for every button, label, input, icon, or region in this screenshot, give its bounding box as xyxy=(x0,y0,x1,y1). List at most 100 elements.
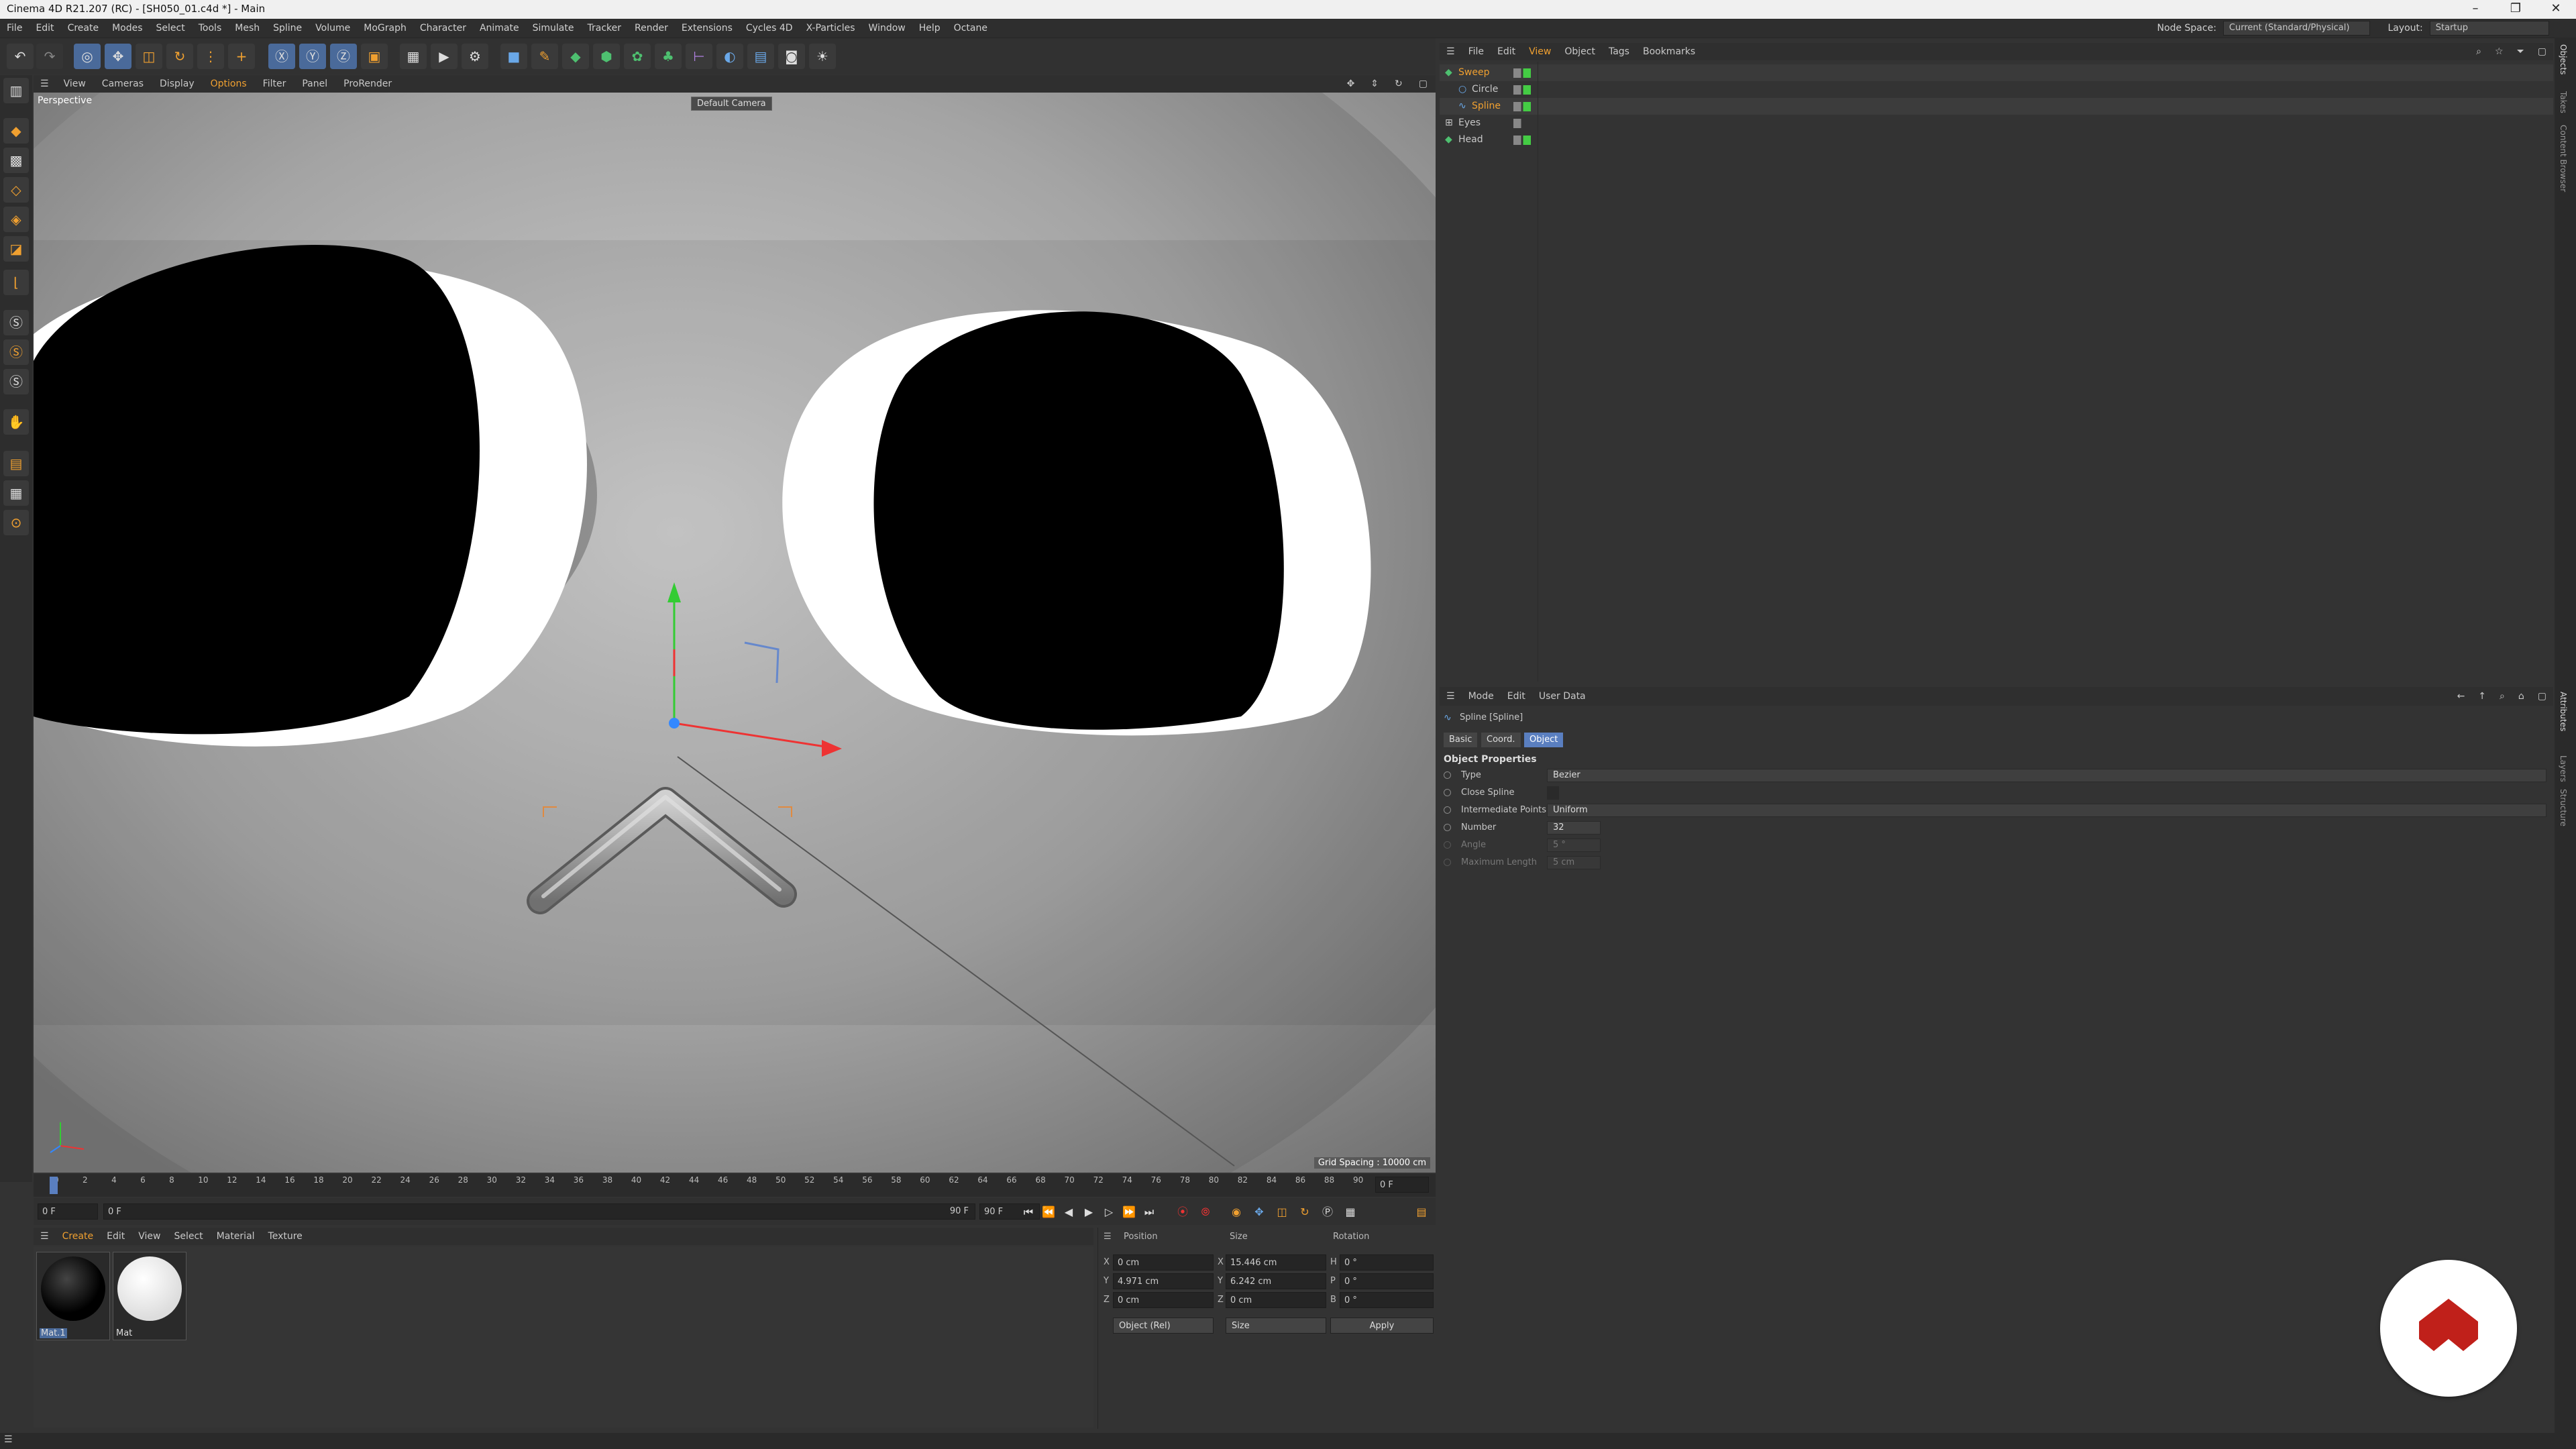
viewport-menu-options[interactable]: Options xyxy=(203,75,255,93)
render-region-icon[interactable]: ▦ xyxy=(400,44,427,69)
close-spline-checkbox[interactable] xyxy=(1547,786,1559,800)
menu-spline[interactable]: Spline xyxy=(266,19,309,38)
menu-file[interactable]: File xyxy=(0,19,29,38)
object-menu-icon[interactable]: ☰ xyxy=(1440,43,1462,60)
minimize-button[interactable]: – xyxy=(2455,1,2496,17)
object-filter-icon[interactable]: ⏷ xyxy=(2510,43,2531,60)
step-back-icon[interactable]: ◀ xyxy=(1060,1203,1077,1221)
vtab-content-browser[interactable]: Content Browser xyxy=(2559,125,2568,192)
viewport-menu-display[interactable]: Display xyxy=(152,75,203,93)
next-key-icon[interactable]: ⏩ xyxy=(1120,1203,1138,1221)
start-frame-field[interactable]: 0 F xyxy=(38,1203,98,1220)
timeline-settings-icon[interactable]: ▤ xyxy=(1413,1203,1430,1221)
attr-search-icon[interactable]: ⌕ xyxy=(2493,687,2512,706)
array-icon[interactable]: ⬢ xyxy=(593,44,620,69)
rotate-tool-icon[interactable]: ↻ xyxy=(166,44,193,69)
prev-key-icon[interactable]: ⏪ xyxy=(1040,1203,1057,1221)
number-field[interactable]: 32 xyxy=(1547,821,1601,835)
undo-icon[interactable]: ↶ xyxy=(7,44,34,69)
status-menu-icon[interactable]: ☰ xyxy=(4,1434,13,1445)
menu-create[interactable]: Create xyxy=(61,19,106,38)
apply-button[interactable]: Apply xyxy=(1330,1318,1434,1334)
attr-menu-edit[interactable]: Edit xyxy=(1501,687,1532,706)
key-pla-icon[interactable]: ▦ xyxy=(1342,1203,1359,1221)
viewport-rotate-icon[interactable]: ↻ xyxy=(1387,75,1411,93)
menu-edit[interactable]: Edit xyxy=(29,19,60,38)
key-scale-icon[interactable]: ◫ xyxy=(1273,1203,1291,1221)
vtab-structure[interactable]: Structure xyxy=(2559,789,2568,826)
light-icon[interactable]: ☀ xyxy=(809,44,836,69)
visibility-flags[interactable] xyxy=(1513,85,1531,95)
layout-dropdown[interactable]: Startup xyxy=(2429,21,2549,36)
cloner-icon[interactable]: ✿ xyxy=(624,44,651,69)
object-menu-bookmarks[interactable]: Bookmarks xyxy=(1636,43,1702,60)
playhead[interactable] xyxy=(50,1177,58,1194)
live-selection-icon[interactable]: ◎ xyxy=(74,44,101,69)
position-x-field[interactable]: 0 cm xyxy=(1113,1254,1214,1271)
sculpt-icon[interactable]: ✋ xyxy=(3,409,29,435)
scale-tool-icon[interactable]: ◫ xyxy=(136,44,162,69)
step-forward-icon[interactable]: ▷ xyxy=(1100,1203,1118,1221)
maximize-button[interactable]: ❐ xyxy=(2496,1,2536,17)
object-search-icon[interactable]: ⌕ xyxy=(2469,43,2488,60)
menu-help[interactable]: Help xyxy=(912,19,947,38)
vtab-takes[interactable]: Takes xyxy=(2559,91,2568,113)
vtab-objects[interactable]: Objects xyxy=(2559,44,2568,74)
material-swatch[interactable]: Mat xyxy=(113,1252,186,1340)
menu-simulate[interactable]: Simulate xyxy=(526,19,581,38)
key-param-icon[interactable]: Ⓟ xyxy=(1319,1203,1336,1221)
viewport-maximize-icon[interactable]: ▢ xyxy=(1411,75,1436,93)
tab-coord[interactable]: Coord. xyxy=(1481,733,1521,747)
menu-mesh[interactable]: Mesh xyxy=(228,19,266,38)
tree-row-eyes[interactable]: ⊞ Eyes xyxy=(1440,115,2553,131)
vtab-attributes[interactable]: Attributes xyxy=(2559,692,2568,731)
material-menu-edit[interactable]: Edit xyxy=(100,1228,131,1245)
animate-dot[interactable] xyxy=(1444,771,1451,779)
points-mode-icon[interactable]: ◇ xyxy=(3,177,29,203)
material-menu-select[interactable]: Select xyxy=(167,1228,209,1245)
polygons-mode-icon[interactable]: ◪ xyxy=(3,236,29,262)
render-view-icon[interactable]: ▶ xyxy=(431,44,458,69)
attr-menu-userdata[interactable]: User Data xyxy=(1532,687,1593,706)
rotation-p-field[interactable]: 0 ° xyxy=(1340,1273,1434,1289)
menu-xparticles[interactable]: X-Particles xyxy=(800,19,862,38)
render-settings-icon[interactable]: ⚙ xyxy=(462,44,488,69)
edges-mode-icon[interactable]: ◈ xyxy=(3,207,29,232)
attr-back-icon[interactable]: ← xyxy=(2451,687,2472,706)
menu-modes[interactable]: Modes xyxy=(105,19,149,38)
tab-object[interactable]: Object xyxy=(1524,733,1564,747)
attr-menu-icon[interactable]: ☰ xyxy=(1440,687,1462,706)
size-mode-dropdown[interactable]: Size xyxy=(1226,1318,1326,1334)
type-dropdown[interactable]: Bezier xyxy=(1547,769,2546,782)
animate-dot[interactable] xyxy=(1444,806,1451,814)
environment-icon[interactable]: ◐ xyxy=(716,44,743,69)
size-x-field[interactable]: 15.446 cm xyxy=(1226,1254,1326,1271)
attr-lock-icon[interactable]: ⌂ xyxy=(2512,687,2531,706)
octane-icon[interactable]: ⊙ xyxy=(3,510,29,535)
menu-extensions[interactable]: Extensions xyxy=(675,19,739,38)
camera-icon[interactable]: ◙ xyxy=(778,44,805,69)
object-menu-edit[interactable]: Edit xyxy=(1491,43,1522,60)
add-tool-icon[interactable]: + xyxy=(228,44,255,69)
menu-character[interactable]: Character xyxy=(413,19,473,38)
field-icon[interactable]: ⊢ xyxy=(686,44,712,69)
autokey-icon[interactable]: ⦾ xyxy=(1197,1203,1214,1221)
timeline-ruler[interactable]: 0246810121416182022242628303234363840424… xyxy=(34,1174,1436,1197)
attr-up-icon[interactable]: ↑ xyxy=(2471,687,2493,706)
viewport-menu-filter[interactable]: Filter xyxy=(255,75,294,93)
key-rotation-icon[interactable]: ↻ xyxy=(1296,1203,1313,1221)
snap-settings-icon[interactable]: Ⓢ xyxy=(3,339,29,365)
material-menu-view[interactable]: View xyxy=(131,1228,167,1245)
camera-badge[interactable]: Default Camera xyxy=(691,97,772,111)
go-to-start-icon[interactable]: ⏮ xyxy=(1020,1203,1037,1221)
move-tool-icon[interactable]: ✥ xyxy=(105,44,131,69)
workplane-snap-icon[interactable]: Ⓢ xyxy=(3,369,29,394)
current-frame-field[interactable]: 0 F xyxy=(1375,1177,1429,1193)
deformer-icon[interactable]: ♣ xyxy=(655,44,682,69)
viewport-menu-panel[interactable]: Panel xyxy=(294,75,335,93)
attr-new-window-icon[interactable]: ▢ xyxy=(2531,687,2553,706)
snap-icon[interactable]: Ⓢ xyxy=(3,310,29,335)
vtab-layers[interactable]: Layers xyxy=(2559,755,2568,782)
menu-render[interactable]: Render xyxy=(628,19,675,38)
material-menu-create[interactable]: Create xyxy=(56,1228,101,1245)
